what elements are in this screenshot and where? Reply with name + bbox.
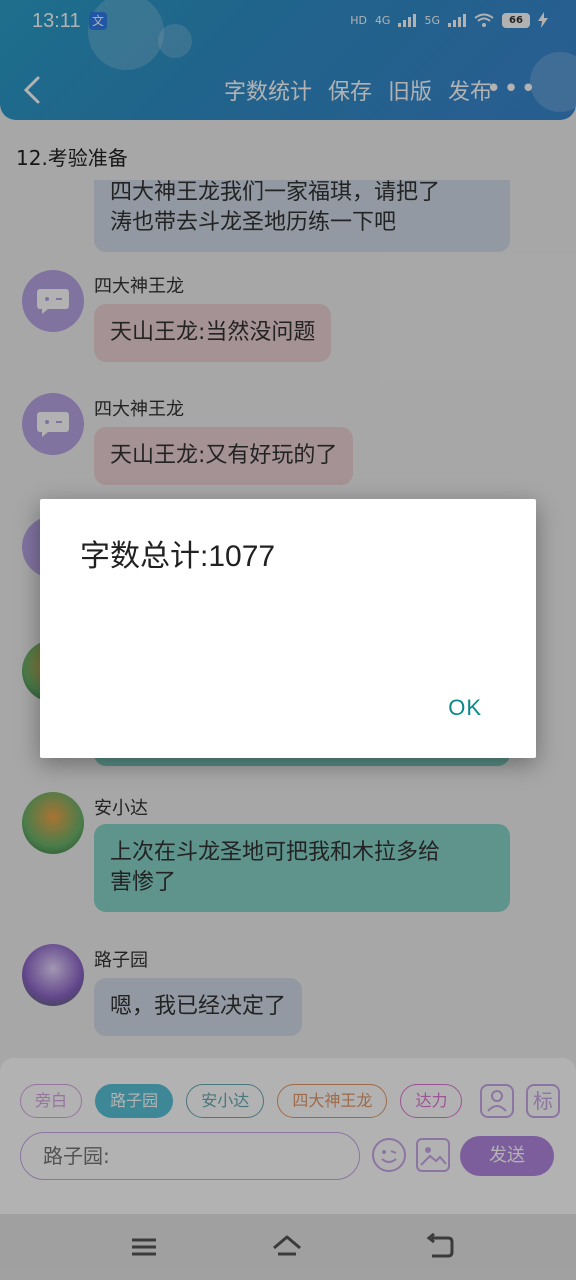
dialog-ok-button[interactable]: OK: [448, 695, 482, 721]
word-count-dialog: 字数总计:1077 OK: [40, 499, 536, 758]
dialog-message: 字数总计:1077: [80, 540, 276, 573]
